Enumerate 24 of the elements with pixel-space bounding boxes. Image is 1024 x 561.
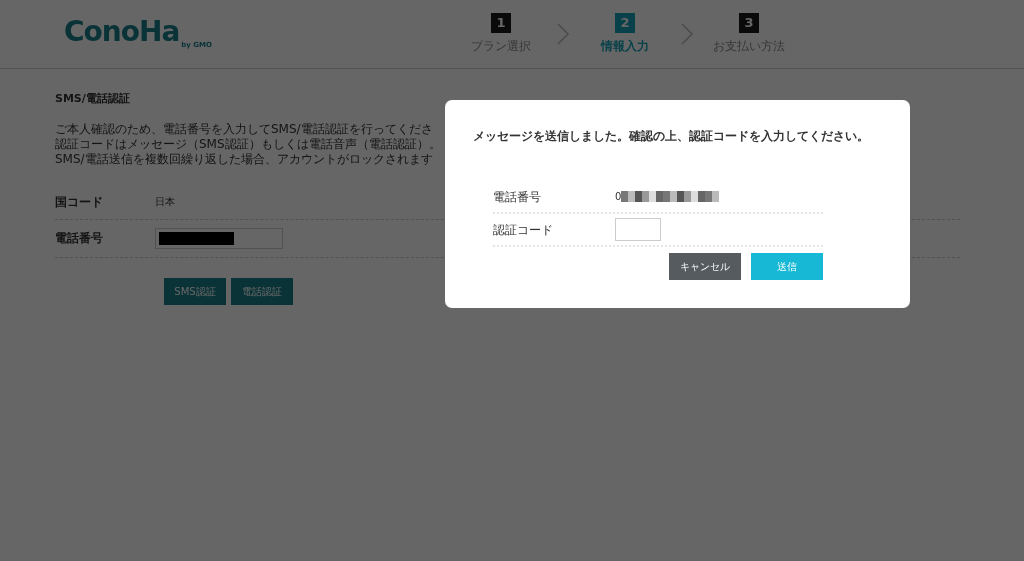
modal-message: メッセージを送信しました。確認の上、認証コードを入力してください。 <box>473 128 869 145</box>
chevron-icon <box>680 23 694 45</box>
description-line: SMS/電話送信を複数回繰り返した場合、アカウントがロックされます <box>55 151 433 167</box>
logo[interactable]: ConoHa <box>64 17 180 46</box>
page-title: SMS/電話認証 <box>55 91 131 107</box>
row-label: 電話番号 <box>493 188 542 206</box>
field-value: 日本 <box>155 195 175 209</box>
cancel-button[interactable]: キャンセル <box>669 253 741 280</box>
field-label: 電話番号 <box>55 230 104 247</box>
step-number: 2 <box>615 13 635 33</box>
verify-button[interactable]: 電話認証 <box>231 277 293 305</box>
row-label: 認証コード <box>493 221 554 239</box>
description-line: ご本人確認のため、電話番号を入力してSMS/電話認証を行ってくださ <box>55 121 433 137</box>
chevron-icon <box>556 23 570 45</box>
field-label: 国コード <box>55 193 104 211</box>
send-button[interactable]: 送信 <box>751 253 823 280</box>
code-input-field[interactable] <box>615 218 661 241</box>
phone-value: 0 <box>615 190 622 204</box>
step-label: 情報入力 <box>599 38 650 55</box>
description-line: 認証コードはメッセージ（SMS認証）もしくは電話音声（電話認証）。 <box>55 136 441 152</box>
step-number: 1 <box>491 13 511 33</box>
verify-button[interactable]: SMS認証 <box>164 277 226 305</box>
phone-input-field[interactable] <box>155 227 283 249</box>
step-number: 3 <box>739 13 759 33</box>
